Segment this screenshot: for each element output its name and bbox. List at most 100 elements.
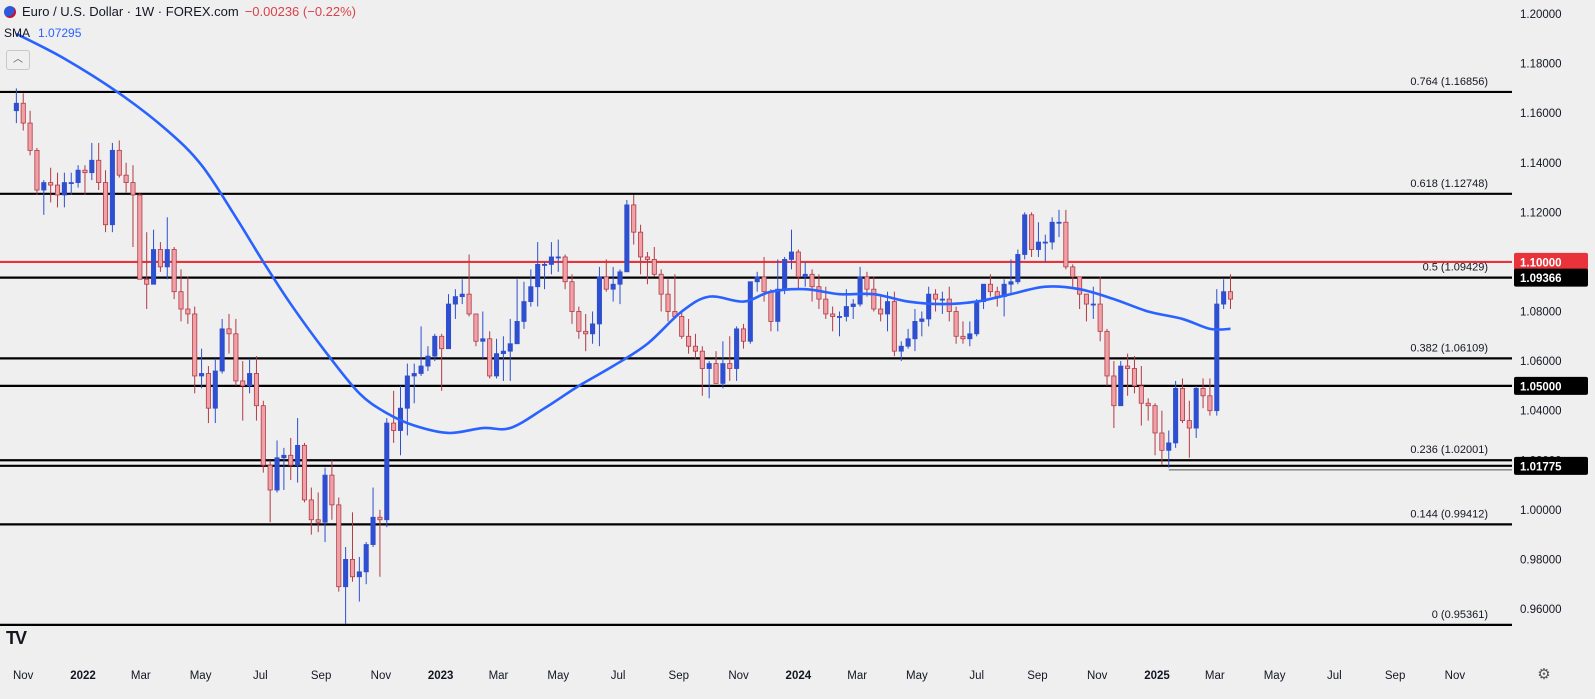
- candle-body: [507, 343, 513, 352]
- candle-body: [946, 298, 952, 312]
- candle-body: [329, 474, 335, 506]
- candle-body: [706, 363, 712, 369]
- flag-icon: [4, 6, 16, 18]
- candle[interactable]: [487, 331, 493, 379]
- candle[interactable]: [1015, 249, 1021, 285]
- time-tick-label: May: [190, 670, 212, 682]
- candle-body: [562, 256, 568, 283]
- candle-body: [939, 298, 945, 301]
- time-tick-label: 2025: [1144, 670, 1170, 682]
- candle-body: [1015, 254, 1021, 283]
- price-axis-bg[interactable]: [1512, 0, 1595, 694]
- candle-body: [596, 276, 602, 325]
- candle[interactable]: [336, 497, 342, 592]
- candlestick-chart[interactable]: 0.764 (1.16856) 0.618 (1.12748) 0.5 (1.094…: [0, 0, 1595, 694]
- symbol-title[interactable]: Euro / U.S. Dollar · 1W · FOREX.com: [22, 3, 239, 21]
- candle-body: [1042, 241, 1048, 244]
- candle[interactable]: [109, 142, 115, 233]
- candle-body: [1173, 387, 1179, 444]
- candle-body: [542, 263, 548, 266]
- candle[interactable]: [1118, 361, 1124, 407]
- candle-body: [1159, 432, 1165, 451]
- candle-body: [692, 345, 698, 352]
- candle-body: [747, 281, 753, 342]
- candle[interactable]: [473, 313, 479, 347]
- candle[interactable]: [384, 418, 390, 528]
- candle-body: [205, 373, 211, 409]
- candle-body: [1008, 281, 1014, 285]
- candle-body: [679, 316, 685, 337]
- candle-body: [1035, 241, 1041, 250]
- candle-body: [933, 293, 939, 300]
- candle-body: [240, 380, 246, 387]
- candle[interactable]: [301, 442, 307, 503]
- candle-body: [1179, 387, 1186, 421]
- candle-body: [651, 259, 657, 275]
- candle-body: [871, 288, 877, 310]
- candle-body: [1070, 266, 1076, 278]
- candle-body: [1138, 385, 1144, 404]
- price-tag: 1.05000: [1514, 376, 1588, 395]
- candle-body: [823, 298, 829, 315]
- candle[interactable]: [1022, 212, 1028, 260]
- candle-body: [487, 338, 493, 377]
- price-tick-label: 1.06000: [1520, 356, 1562, 368]
- time-tick-label: Sep: [1027, 670, 1047, 682]
- candle-body: [912, 321, 918, 340]
- candle[interactable]: [1214, 289, 1220, 416]
- level-label: 0.5 (1.09429): [1423, 262, 1488, 274]
- candle[interactable]: [974, 299, 980, 337]
- candle-body: [425, 355, 431, 367]
- candle-body: [720, 363, 726, 384]
- time-tick-label: Nov: [728, 670, 749, 682]
- candle-body: [459, 293, 465, 298]
- candle-body: [356, 571, 362, 578]
- candle[interactable]: [624, 199, 630, 273]
- candle[interactable]: [34, 147, 40, 195]
- candle-body: [480, 338, 486, 342]
- candle[interactable]: [171, 247, 177, 300]
- price-tick-label: 0.98000: [1520, 554, 1562, 566]
- candle[interactable]: [137, 192, 143, 280]
- price-tick-label: 1.04000: [1520, 406, 1562, 418]
- candle-body: [473, 313, 479, 342]
- candle-body: [727, 363, 733, 369]
- time-tick-label: Mar: [131, 670, 151, 682]
- collapse-chevron-icon[interactable]: ︿: [6, 50, 30, 70]
- candle[interactable]: [1173, 380, 1179, 448]
- candle-body: [370, 516, 376, 545]
- price-tick-label: 1.08000: [1520, 307, 1562, 319]
- candle-body: [631, 204, 637, 233]
- candle-body: [322, 474, 328, 523]
- candle-body: [576, 311, 582, 332]
- candle-body: [610, 283, 616, 290]
- candle-body: [41, 182, 47, 191]
- candle-body: [905, 338, 911, 347]
- candle-body: [199, 373, 205, 377]
- candle-body: [500, 350, 506, 355]
- candle-body: [590, 323, 596, 335]
- candle-body: [253, 373, 259, 407]
- candle-body: [528, 286, 534, 302]
- tradingview-logo-icon: TV: [6, 628, 27, 648]
- candle[interactable]: [747, 281, 753, 344]
- candle-body: [1186, 420, 1192, 429]
- price-tag-label: 1.09366: [1520, 273, 1562, 285]
- candle-body: [130, 182, 136, 196]
- sma-legend[interactable]: SMA 1.07295: [4, 26, 81, 40]
- candle-body: [109, 149, 115, 226]
- time-tick-label: Nov: [1087, 670, 1108, 682]
- candle-body: [953, 311, 959, 337]
- candle[interactable]: [260, 400, 266, 473]
- candle-body: [212, 370, 218, 409]
- candle-body: [288, 454, 294, 466]
- candle-body: [603, 276, 609, 290]
- candle-body: [569, 281, 575, 312]
- candle[interactable]: [891, 291, 897, 357]
- price-tick-label: 1.14000: [1520, 158, 1562, 170]
- chart-area[interactable]: 0.764 (1.16856) 0.618 (1.12748) 0.5 (1.094…: [0, 0, 1595, 694]
- price-tag: 1.01775: [1514, 456, 1588, 475]
- level-label: 0.764 (1.16856): [1410, 76, 1488, 88]
- settings-gear-icon[interactable]: ⚙: [1535, 666, 1553, 684]
- candle-body: [617, 271, 623, 285]
